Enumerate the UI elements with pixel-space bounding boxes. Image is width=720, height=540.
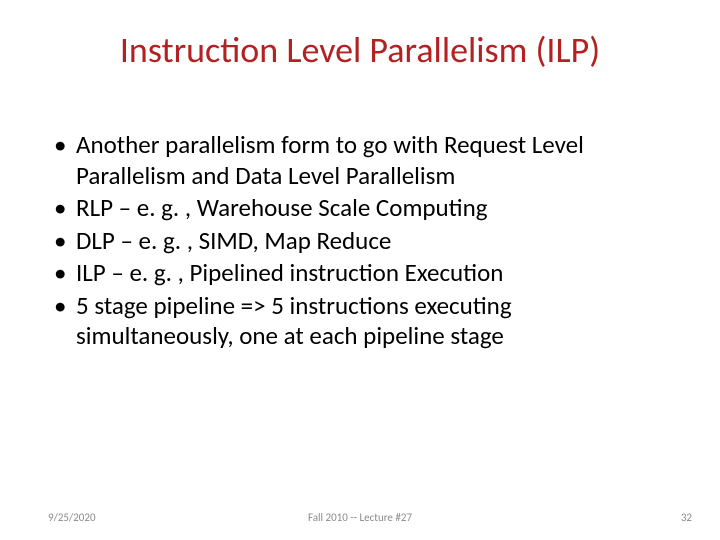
- list-item: ILP – e. g. , Pipelined instruction Exec…: [48, 258, 672, 289]
- footer-page-number: 32: [681, 511, 692, 524]
- list-item: RLP – e. g. , Warehouse Scale Computing: [48, 193, 672, 224]
- slide-title: Instruction Level Parallelism (ILP): [0, 28, 720, 72]
- slide: Instruction Level Parallelism (ILP) Anot…: [0, 0, 720, 540]
- list-item: 5 stage pipeline => 5 instructions execu…: [48, 291, 672, 352]
- slide-footer: 9/25/2020 Fall 2010 -- Lecture #27 32: [0, 506, 720, 524]
- footer-center: Fall 2010 -- Lecture #27: [0, 511, 720, 524]
- bullet-list: Another parallelism form to go with Requ…: [48, 130, 672, 352]
- slide-body: Another parallelism form to go with Requ…: [48, 130, 672, 354]
- list-item: Another parallelism form to go with Requ…: [48, 130, 672, 191]
- list-item: DLP – e. g. , SIMD, Map Reduce: [48, 226, 672, 257]
